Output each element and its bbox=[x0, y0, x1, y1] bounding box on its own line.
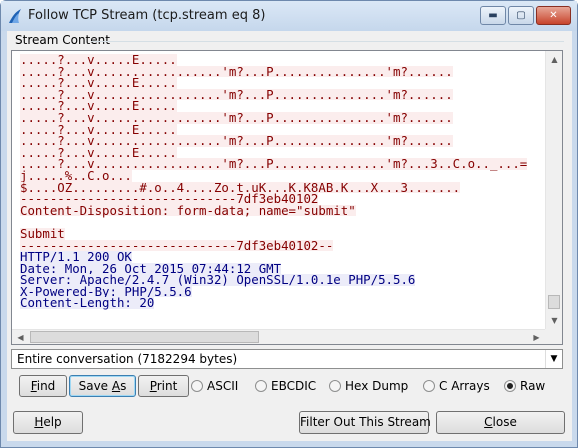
stream-content-label: Stream Content bbox=[15, 33, 110, 47]
radio-ascii-circle[interactable] bbox=[191, 380, 203, 392]
print-button[interactable]: Print bbox=[138, 375, 189, 397]
dialog-body: Stream Content .....?...v.....E.........… bbox=[7, 31, 572, 441]
follow-tcp-stream-dialog: Follow TCP Stream (tcp.stream eq 8) ▬ ▢ … bbox=[0, 0, 578, 448]
scroll-left-icon[interactable]: ◀ bbox=[12, 330, 29, 344]
radio-c-arrays-circle[interactable] bbox=[423, 380, 435, 392]
radio-hex-dump-label[interactable]: Hex Dump bbox=[345, 379, 408, 393]
minimize-button[interactable]: ▬ bbox=[480, 6, 506, 25]
radio-hex-dump-circle[interactable] bbox=[329, 380, 341, 392]
scroll-down-icon[interactable]: ▼ bbox=[546, 312, 562, 329]
radio-ebcdic-circle[interactable] bbox=[255, 380, 267, 392]
stream-line: Content-Disposition: form-data; name="su… bbox=[20, 202, 543, 218]
save-as-button[interactable]: Save As bbox=[69, 375, 136, 397]
radio-c-arrays-label[interactable]: C Arrays bbox=[439, 379, 490, 393]
help-button[interactable]: Help bbox=[13, 411, 83, 434]
title-bar[interactable]: Follow TCP Stream (tcp.stream eq 8) ▬ ▢ … bbox=[1, 1, 577, 31]
scroll-up-icon[interactable]: ▲ bbox=[546, 51, 562, 68]
conversation-select-value: Entire conversation (7182294 bytes) bbox=[17, 352, 238, 366]
radio-ebcdic-label[interactable]: EBCDIC bbox=[271, 379, 316, 393]
dropdown-arrow-icon[interactable]: ▼ bbox=[545, 350, 562, 368]
scrollbar-corner bbox=[545, 329, 562, 344]
filter-out-stream-button[interactable]: Filter Out This Stream bbox=[299, 411, 431, 434]
group-divider bbox=[91, 41, 564, 42]
stream-lines[interactable]: .....?...v.....E..... .....?...v.........… bbox=[20, 54, 543, 330]
close-window-button[interactable]: ✕ bbox=[536, 6, 571, 25]
vertical-scrollbar[interactable]: ▲ ▼ bbox=[545, 51, 562, 329]
radio-raw-circle[interactable] bbox=[504, 380, 516, 392]
horizontal-scroll-thumb[interactable] bbox=[30, 331, 259, 343]
close-button[interactable]: Close bbox=[436, 411, 565, 434]
stream-text-area[interactable]: .....?...v.....E..... .....?...v.........… bbox=[11, 50, 563, 345]
radio-ascii-label[interactable]: ASCII bbox=[207, 379, 238, 393]
scroll-right-icon[interactable]: ▶ bbox=[528, 330, 545, 344]
radio-raw-label[interactable]: Raw bbox=[520, 379, 545, 393]
maximize-button[interactable]: ▢ bbox=[508, 6, 534, 25]
stream-line bbox=[20, 216, 543, 228]
window-title: Follow TCP Stream (tcp.stream eq 8) bbox=[28, 8, 266, 23]
find-button[interactable]: Find bbox=[19, 375, 67, 397]
stream-line: Content-Length: 20 bbox=[20, 295, 543, 311]
stream-line-text: Content-Disposition: form-data; name="su… bbox=[20, 202, 356, 218]
stream-line-text: Content-Length: 20 bbox=[20, 295, 155, 311]
vertical-scroll-thumb[interactable] bbox=[548, 295, 560, 309]
horizontal-scrollbar[interactable]: ◀ ▶ bbox=[12, 329, 545, 344]
conversation-select[interactable]: Entire conversation (7182294 bytes) ▼ bbox=[11, 349, 563, 369]
wireshark-fin-icon bbox=[9, 9, 21, 23]
